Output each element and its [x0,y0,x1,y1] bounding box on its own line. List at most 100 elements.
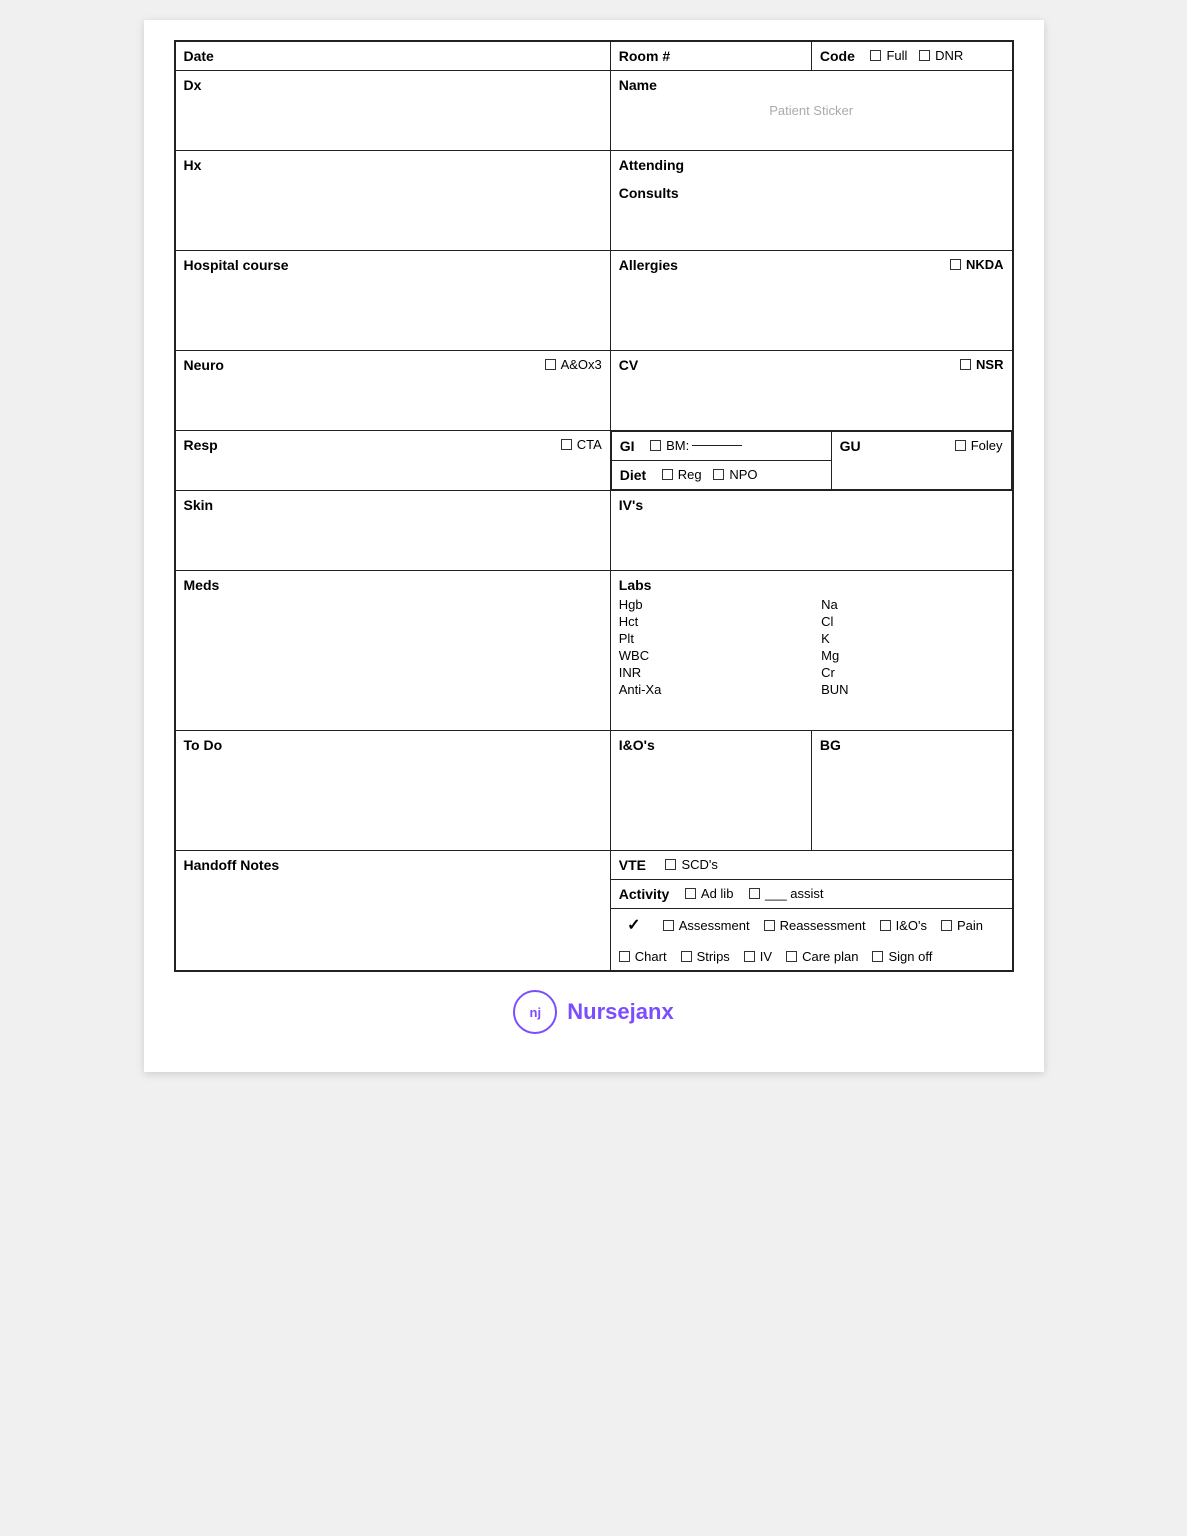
care-plan-checkbox[interactable] [786,951,797,962]
logo-brand-prefix: Nurse [567,999,629,1024]
cta-checkbox-label[interactable]: CTA [561,437,602,452]
logo-text: Nursejanx [567,999,673,1025]
chart-checkbox-label[interactable]: Chart [619,949,667,964]
bm-checkbox[interactable] [650,440,661,451]
npo-label: NPO [729,467,757,482]
attending-label: Attending [619,157,684,173]
assist-checkbox[interactable] [749,888,760,899]
iv-checkbox-label[interactable]: IV [744,949,772,964]
skin-cell: Skin [175,491,611,571]
io-label: I&O's [619,737,655,753]
scds-checkbox[interactable] [665,859,676,870]
meds-cell: Meds [175,571,611,731]
dnr-checkbox[interactable] [919,50,930,61]
gi-label: GI [620,438,635,454]
cv-cell: CV NSR [610,351,1012,431]
full-checkbox[interactable] [870,50,881,61]
date-label: Date [184,48,214,64]
nkda-checkbox[interactable] [950,259,961,270]
scds-checkbox-label[interactable]: SCD's [665,857,717,872]
aox3-checkbox[interactable] [545,359,556,370]
dx-label: Dx [184,77,202,93]
sign-off-label: Sign off [888,949,932,964]
full-checkbox-label[interactable]: Full [870,48,907,63]
bm-checkbox-label[interactable]: BM: [650,438,742,453]
aox3-checkbox-label[interactable]: A&Ox3 [545,357,602,372]
checkmark: ✓ [619,915,649,935]
lab-mg: Mg [821,648,1003,663]
lab-hgb: Hgb [619,597,801,612]
assessment-checkbox[interactable] [663,920,674,931]
name-label: Name [619,77,657,93]
care-plan-checkbox-label[interactable]: Care plan [786,949,858,964]
lab-cl: Cl [821,614,1003,629]
ad-lib-checkbox-label[interactable]: Ad lib [685,886,734,901]
todo-label: To Do [184,737,223,753]
chart-checkbox[interactable] [619,951,630,962]
row-dx-name: Dx Name Patient Sticker [175,71,1013,151]
lab-wbc: WBC [619,648,801,663]
handoff-cell: Handoff Notes [175,851,611,972]
hx-label: Hx [184,157,202,173]
lab-na: Na [821,597,1003,612]
sign-off-checkbox[interactable] [872,951,883,962]
iandos-footer-checkbox[interactable] [880,920,891,931]
todo-cell: To Do [175,731,611,851]
assessment-checkbox-label[interactable]: Assessment [663,918,750,933]
nsr-checkbox-label[interactable]: NSR [960,357,1003,372]
foley-checkbox-label[interactable]: Foley [955,438,1003,453]
strips-checkbox[interactable] [681,951,692,962]
chart-label: Chart [635,949,667,964]
bm-value [692,445,742,446]
row-resp-gi-gu: Resp CTA GI BM: [175,431,1013,491]
ad-lib-checkbox[interactable] [685,888,696,899]
nsr-label: NSR [976,357,1003,372]
aox3-label: A&Ox3 [561,357,602,372]
allergies-cell: Allergies NKDA [610,251,1012,351]
reassessment-checkbox[interactable] [764,920,775,931]
cta-checkbox[interactable] [561,439,572,450]
gi-gu-top-row: GI BM: GU Foley [611,432,1011,461]
assist-checkbox-label[interactable]: ___ assist [749,886,824,901]
nkda-label: NKDA [966,257,1004,272]
meds-label: Meds [184,577,220,593]
row-handoff-vte: Handoff Notes VTE SCD's Activity [175,851,1013,909]
labs-label: Labs [619,577,652,593]
assessment-label: Assessment [679,918,750,933]
strips-checkbox-label[interactable]: Strips [681,949,730,964]
room-label: Room # [619,48,670,64]
sign-off-checkbox-label[interactable]: Sign off [872,949,932,964]
lab-bun: BUN [821,682,1003,697]
labs-grid: Hgb Na Hct Cl Plt K WBC Mg INR Cr Anti-X… [619,597,1004,697]
consults-label: Consults [619,185,679,201]
date-cell: Date [175,41,611,71]
care-plan-label: Care plan [802,949,858,964]
bm-label: BM: [666,438,689,453]
npo-checkbox-label[interactable]: NPO [713,467,757,482]
full-label: Full [886,48,907,63]
io-inner: I&O's [611,731,811,759]
iv-checkbox[interactable] [744,951,755,962]
nkda-checkbox-label[interactable]: NKDA [950,257,1004,272]
bg-label: BG [820,737,841,753]
patient-sticker-text: Patient Sticker [619,93,1004,128]
dnr-checkbox-label[interactable]: DNR [919,48,963,63]
iv-label: IV [760,949,772,964]
dnr-label: DNR [935,48,963,63]
iandos-footer-checkbox-label[interactable]: I&O's [880,918,927,933]
hx-cell: Hx [175,151,611,251]
hospital-course-cell: Hospital course [175,251,611,351]
room-cell: Room # [610,41,811,71]
npo-checkbox[interactable] [713,469,724,480]
lab-inr: INR [619,665,801,680]
lab-cr: Cr [821,665,1003,680]
pain-checkbox-label[interactable]: Pain [941,918,983,933]
reassessment-checkbox-label[interactable]: Reassessment [764,918,866,933]
reg-checkbox-label[interactable]: Reg [662,467,702,482]
nsr-checkbox[interactable] [960,359,971,370]
neuro-label: Neuro [184,357,224,373]
pain-checkbox[interactable] [941,920,952,931]
assist-label: ___ assist [765,886,824,901]
foley-checkbox[interactable] [955,440,966,451]
reg-checkbox[interactable] [662,469,673,480]
